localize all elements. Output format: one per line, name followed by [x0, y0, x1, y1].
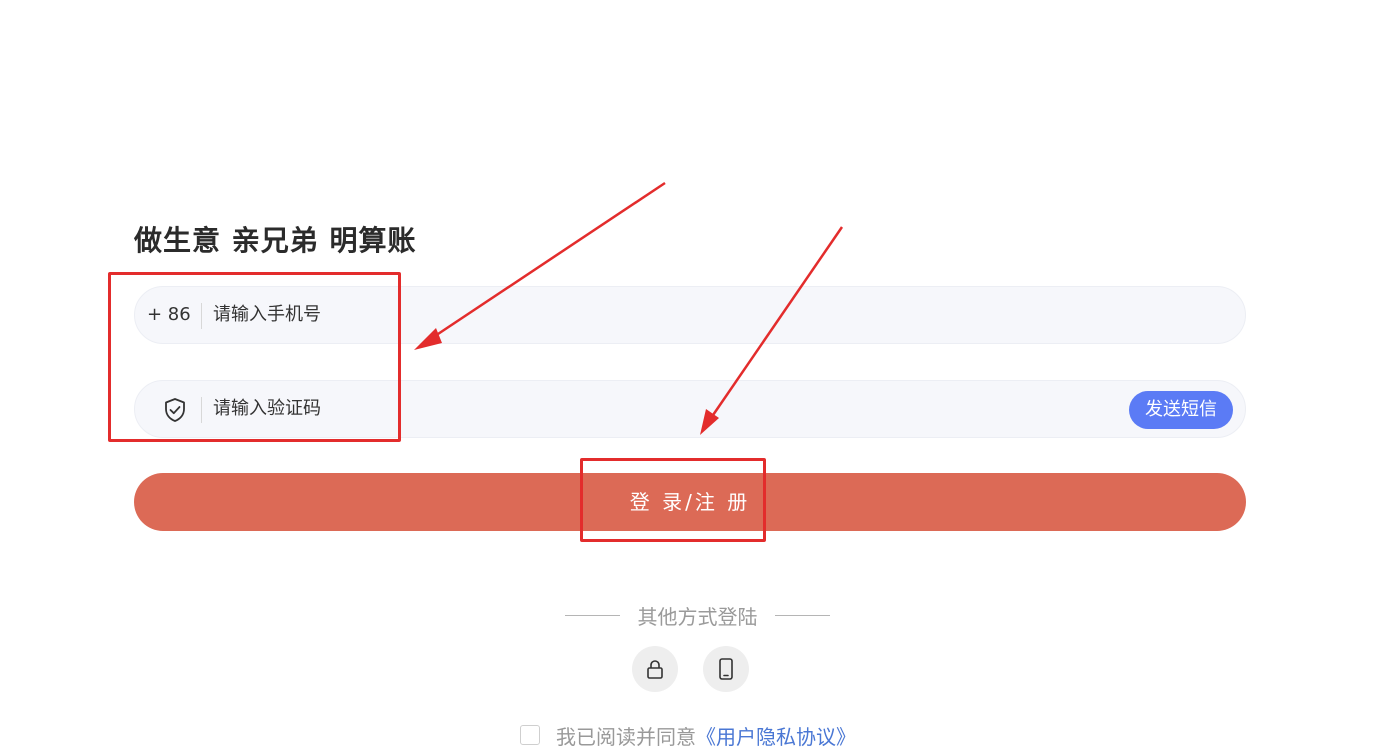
divider-line-left	[565, 614, 620, 616]
phone-login-button[interactable]	[703, 646, 749, 692]
agreement-row: 我已阅读并同意 《用户隐私协议》	[520, 720, 856, 750]
agreement-checkbox[interactable]	[520, 725, 540, 745]
slogan-heading: 做生意 亲兄弟 明算账	[134, 224, 417, 257]
privacy-agreement-link[interactable]: 《用户隐私协议》	[696, 721, 856, 750]
password-login-button[interactable]	[632, 646, 678, 692]
annotation-box-login	[580, 458, 766, 542]
other-login-divider: 其他方式登陆	[565, 600, 830, 630]
other-login-label: 其他方式登陆	[637, 604, 758, 629]
lock-icon	[647, 660, 663, 679]
agreement-text: 我已阅读并同意	[556, 724, 696, 749]
mobile-phone-icon	[719, 658, 733, 680]
annotation-box-inputs	[108, 272, 401, 442]
login-page: 做生意 亲兄弟 明算账 + 86 请输入手机号 请输入验证码 发送短信 登 录/…	[0, 0, 1385, 752]
divider-line-right	[775, 614, 830, 616]
send-sms-button[interactable]: 发送短信	[1129, 391, 1233, 429]
